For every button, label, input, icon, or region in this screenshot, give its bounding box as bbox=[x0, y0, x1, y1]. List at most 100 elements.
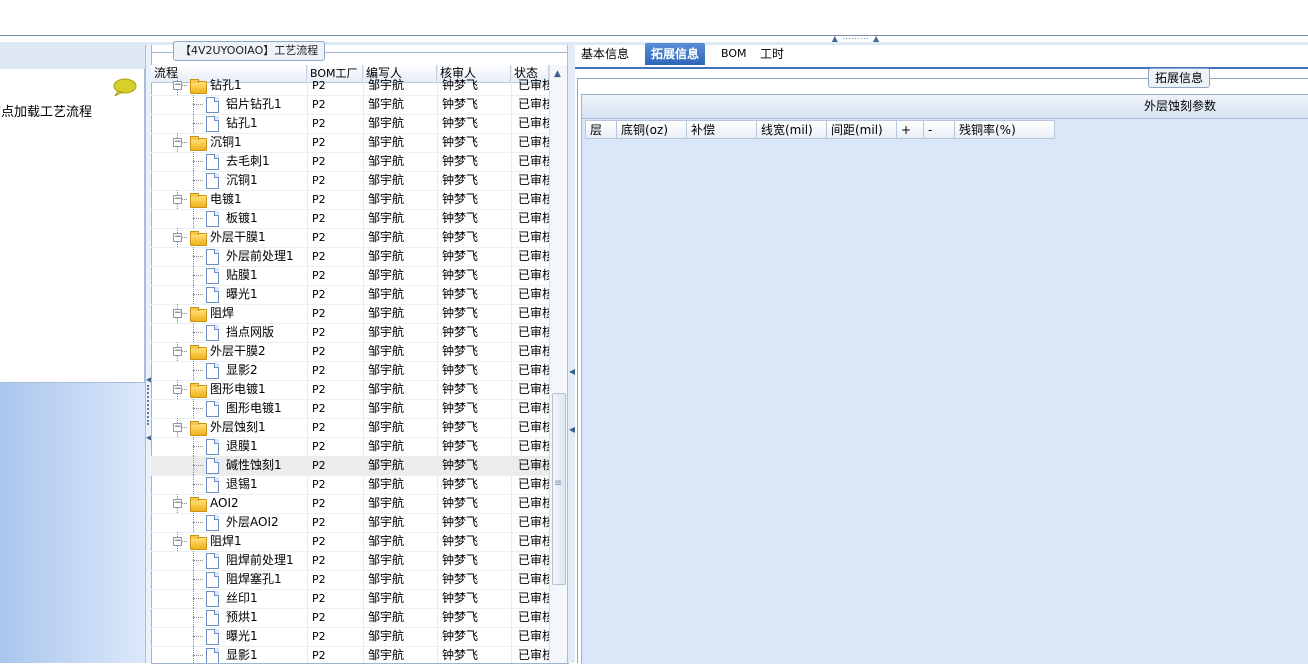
cell-bom: P2 bbox=[312, 212, 326, 225]
tree-node-row[interactable]: 沉铜1 P2 邹宇航 钟梦飞 已审核 bbox=[151, 171, 549, 191]
tree-node-row[interactable]: 贴膜1 P2 邹宇航 钟梦飞 已审核 bbox=[151, 266, 549, 286]
tree-node-row[interactable]: 碱性蚀刻1 P2 邹宇航 钟梦飞 已审核 bbox=[151, 456, 549, 476]
cell-name: 丝印1 bbox=[226, 591, 258, 605]
cell-name: 曝光1 bbox=[226, 287, 258, 301]
document-icon bbox=[206, 97, 219, 113]
tree-folder-row[interactable]: − 外层蚀刻1 P2 邹宇航 钟梦飞 已审核 bbox=[151, 418, 549, 438]
cell-status: 已审核 bbox=[518, 344, 549, 358]
cell-status: 已审核 bbox=[518, 553, 549, 567]
collapse-toggle-icon[interactable]: − bbox=[173, 195, 182, 204]
left-panel-title: 节点加载工艺流程 bbox=[0, 105, 93, 120]
tree-connector bbox=[193, 294, 203, 295]
document-icon bbox=[206, 211, 219, 227]
cell-name: 钻孔1 bbox=[210, 78, 242, 92]
folder-icon bbox=[190, 535, 207, 550]
tree-node-row[interactable]: 外层前处理1 P2 邹宇航 钟梦飞 已审核 bbox=[151, 247, 549, 267]
left-panel-content: 节点加载工艺流程 bbox=[0, 69, 145, 383]
tree-node-row[interactable]: 显影2 P2 邹宇航 钟梦飞 已审核 bbox=[151, 361, 549, 381]
document-icon bbox=[206, 439, 219, 455]
tree-folder-row[interactable]: − 沉铜1 P2 邹宇航 钟梦飞 已审核 bbox=[151, 133, 549, 153]
collapse-toggle-icon[interactable]: − bbox=[173, 138, 182, 147]
param-col-residual-copper[interactable]: 残铜率(%) bbox=[955, 120, 1055, 139]
tree-node-row[interactable]: 显影1 P2 邹宇航 钟梦飞 已审核 bbox=[151, 646, 549, 663]
collapse-toggle-icon[interactable]: − bbox=[173, 233, 182, 242]
param-col-compensation[interactable]: 补偿 bbox=[687, 120, 757, 139]
tree-node-row[interactable]: 曝光1 P2 邹宇航 钟梦飞 已审核 bbox=[151, 627, 549, 647]
collapse-toggle-icon[interactable]: − bbox=[173, 81, 182, 90]
tree-node-row[interactable]: 丝印1 P2 邹宇航 钟梦飞 已审核 bbox=[151, 589, 549, 609]
tree-folder-row[interactable]: − 钻孔1 P2 邹宇航 钟梦飞 已审核 bbox=[151, 76, 549, 96]
cell-status: 已审核 bbox=[518, 363, 549, 377]
cell-status: 已审核 bbox=[518, 648, 549, 662]
tree-node-row[interactable]: 阻焊塞孔1 P2 邹宇航 钟梦飞 已审核 bbox=[151, 570, 549, 590]
collapse-toggle-icon[interactable]: − bbox=[173, 347, 182, 356]
grid-vertical-scrollbar[interactable]: ▲ bbox=[549, 65, 567, 663]
tree-node-row[interactable]: 阻焊前处理1 P2 邹宇航 钟梦飞 已审核 bbox=[151, 551, 549, 571]
param-col-line-width[interactable]: 线宽(mil) bbox=[757, 120, 827, 139]
collapse-toggle-icon[interactable]: − bbox=[173, 309, 182, 318]
tab-bom[interactable]: BOM bbox=[715, 43, 753, 65]
tree-node-row[interactable]: 挡点网版 P2 邹宇航 钟梦飞 已审核 bbox=[151, 323, 549, 343]
fieldset-caption: 拓展信息 bbox=[1148, 68, 1211, 88]
document-icon bbox=[206, 610, 219, 626]
cell-name: 图形电镀1 bbox=[210, 382, 266, 396]
tab-basic-info[interactable]: 基本信息 bbox=[575, 43, 635, 65]
process-panel-caption: 【4V2UYOOIAO】工艺流程 bbox=[173, 41, 326, 61]
tree-node-row[interactable]: 去毛刺1 P2 邹宇航 钟梦飞 已审核 bbox=[151, 152, 549, 172]
collapse-toggle-icon[interactable]: − bbox=[173, 537, 182, 546]
collapse-toggle-icon[interactable]: − bbox=[173, 499, 182, 508]
param-col-plus[interactable]: + bbox=[897, 120, 924, 139]
cell-reviewer: 钟梦飞 bbox=[442, 78, 479, 92]
tree-connector bbox=[193, 484, 203, 485]
cell-status: 已审核 bbox=[518, 477, 549, 491]
folder-icon bbox=[190, 136, 207, 151]
tree-folder-row[interactable]: − 图形电镀1 P2 邹宇航 钟梦飞 已审核 bbox=[151, 380, 549, 400]
cell-bom: P2 bbox=[312, 554, 326, 567]
cell-reviewer: 钟梦飞 bbox=[442, 306, 479, 320]
cell-name: 图形电镀1 bbox=[226, 401, 282, 415]
tree-folder-row[interactable]: − 阻焊 P2 邹宇航 钟梦飞 已审核 bbox=[151, 304, 549, 324]
tree-node-row[interactable]: 预烘1 P2 邹宇航 钟梦飞 已审核 bbox=[151, 608, 549, 628]
cell-status: 已审核 bbox=[518, 287, 549, 301]
tree-folder-row[interactable]: − 外层干膜2 P2 邹宇航 钟梦飞 已审核 bbox=[151, 342, 549, 362]
cell-reviewer: 钟梦飞 bbox=[442, 439, 479, 453]
tree-node-row[interactable]: 外层AOI2 P2 邹宇航 钟梦飞 已审核 bbox=[151, 513, 549, 533]
tree-node-row[interactable]: 退锡1 P2 邹宇航 钟梦飞 已审核 bbox=[151, 475, 549, 495]
scroll-up-icon[interactable]: ▲ bbox=[554, 69, 561, 79]
param-col-spacing[interactable]: 间距(mil) bbox=[827, 120, 897, 139]
tree-node-row[interactable]: 图形电镀1 P2 邹宇航 钟梦飞 已审核 bbox=[151, 399, 549, 419]
scrollbar-thumb[interactable] bbox=[552, 393, 566, 585]
chat-bubble-icon[interactable] bbox=[112, 78, 138, 96]
document-icon bbox=[206, 458, 219, 474]
tab-extended-info[interactable]: 拓展信息 bbox=[645, 43, 706, 65]
tree-node-row[interactable]: 曝光1 P2 邹宇航 钟梦飞 已审核 bbox=[151, 285, 549, 305]
cell-name: 贴膜1 bbox=[226, 268, 258, 282]
param-col-base-copper[interactable]: 底铜(oz) bbox=[617, 120, 687, 139]
cell-status: 已审核 bbox=[518, 496, 549, 510]
cell-name: 预烘1 bbox=[226, 610, 258, 624]
tree-node-row[interactable]: 退膜1 P2 邹宇航 钟梦飞 已审核 bbox=[151, 437, 549, 457]
cell-status: 已审核 bbox=[518, 458, 549, 472]
cell-bom: P2 bbox=[312, 459, 326, 472]
tree-folder-row[interactable]: − 外层干膜1 P2 邹宇航 钟梦飞 已审核 bbox=[151, 228, 549, 248]
tree-folder-row[interactable]: − 阻焊1 P2 邹宇航 钟梦飞 已审核 bbox=[151, 532, 549, 552]
cell-reviewer: 钟梦飞 bbox=[442, 173, 479, 187]
tree-folder-row[interactable]: − AOI2 P2 邹宇航 钟梦飞 已审核 bbox=[151, 494, 549, 514]
cell-writer: 邹宇航 bbox=[368, 116, 405, 130]
cell-reviewer: 钟梦飞 bbox=[442, 382, 479, 396]
tree-node-row[interactable]: 钻孔1 P2 邹宇航 钟梦飞 已审核 bbox=[151, 114, 549, 134]
cell-reviewer: 钟梦飞 bbox=[442, 344, 479, 358]
collapse-toggle-icon[interactable]: − bbox=[173, 423, 182, 432]
tree-node-row[interactable]: 板镀1 P2 邹宇航 钟梦飞 已审核 bbox=[151, 209, 549, 229]
cell-writer: 邹宇航 bbox=[368, 629, 405, 643]
param-col-minus[interactable]: - bbox=[924, 120, 955, 139]
collapse-toggle-icon[interactable]: − bbox=[173, 385, 182, 394]
tree-folder-row[interactable]: − 电镀1 P2 邹宇航 钟梦飞 已审核 bbox=[151, 190, 549, 210]
cell-reviewer: 钟梦飞 bbox=[442, 534, 479, 548]
tree-connector bbox=[193, 636, 203, 637]
process-tree-grid[interactable]: 流程 BOM工厂 编写人 核审人 状态 − 钻孔1 P2 邹宇航 钟梦飞 已审核 铝片钻孔1… bbox=[151, 65, 549, 663]
tab-work-hours[interactable]: 工时 bbox=[754, 43, 790, 65]
tree-connector bbox=[193, 161, 203, 162]
tree-node-row[interactable]: 铝片钻孔1 P2 邹宇航 钟梦飞 已审核 bbox=[151, 95, 549, 115]
param-col-layer[interactable]: 层 bbox=[585, 120, 617, 139]
